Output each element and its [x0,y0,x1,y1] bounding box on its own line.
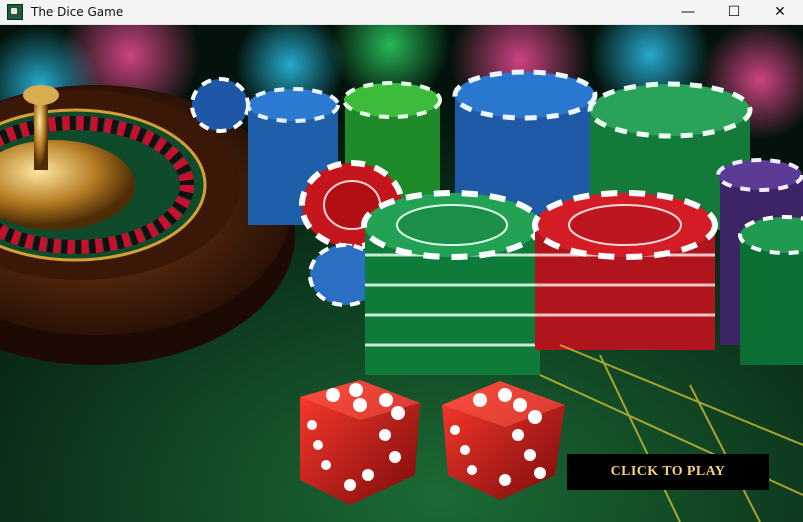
play-button-label: CLICK TO PLAY [610,464,726,479]
app-icon [7,4,23,20]
game-canvas: CLICK TO PLAY [0,25,803,522]
close-button[interactable]: ✕ [757,0,803,24]
title-bar[interactable]: The Dice Game — ☐ ✕ [0,0,803,25]
window-title: The Dice Game [31,5,124,19]
play-button[interactable]: CLICK TO PLAY [567,454,769,490]
close-icon: ✕ [774,4,786,20]
minimize-icon: — [681,4,695,20]
casino-background-image [0,25,803,522]
maximize-button[interactable]: ☐ [711,0,757,24]
minimize-button[interactable]: — [665,0,711,24]
app-window: The Dice Game — ☐ ✕ CLICK TO PLAY [0,0,803,522]
window-controls: — ☐ ✕ [665,0,803,24]
maximize-icon: ☐ [727,4,741,20]
